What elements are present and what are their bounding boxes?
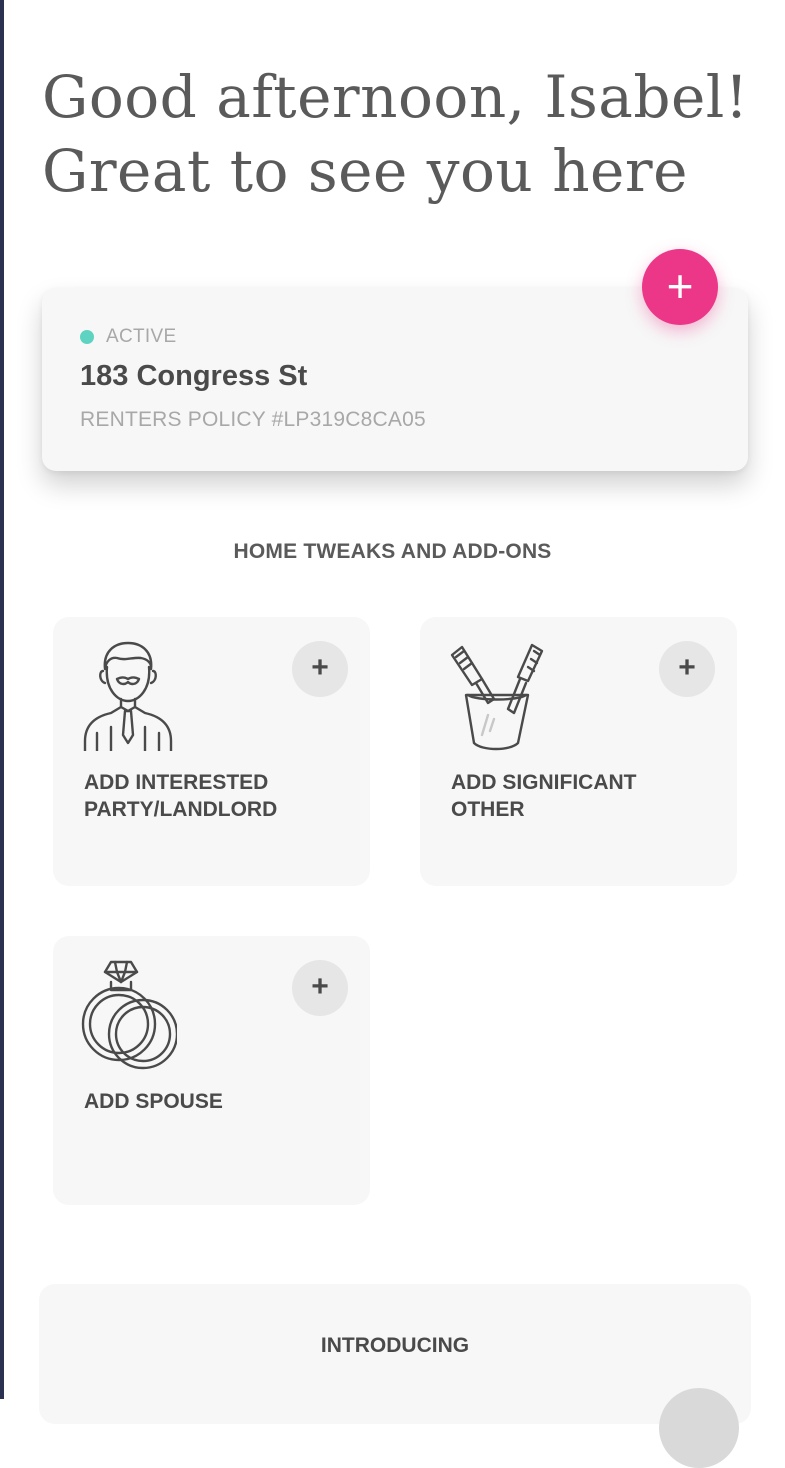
add-interested-party-card[interactable]: + ADD INTERESTED PARTY/LANDLORD — [53, 617, 370, 886]
policy-number: RENTERS POLICY #LP319C8CA05 — [80, 408, 426, 431]
landlord-icon — [83, 641, 173, 751]
section-title: HOME TWEAKS AND ADD-ONS — [233, 540, 552, 563]
greeting-line-2: Great to see you here — [42, 137, 688, 205]
introducing-card[interactable]: INTRODUCING — [39, 1284, 751, 1468]
add-interested-party-button[interactable]: + — [292, 641, 348, 697]
add-significant-other-button[interactable]: + — [659, 641, 715, 697]
add-spouse-button[interactable]: + — [292, 960, 348, 1016]
add-significant-other-label: ADD SIGNIFICANT OTHER — [451, 771, 637, 821]
add-spouse-card[interactable]: + ADD SPOUSE — [53, 936, 370, 1205]
window-edge — [0, 0, 4, 1399]
status-dot-icon — [80, 330, 94, 344]
policy-address: 183 Congress St — [80, 360, 308, 392]
toothbrushes-icon — [450, 643, 544, 751]
policy-card[interactable]: ACTIVE 183 Congress St RENTERS POLICY #L… — [42, 288, 748, 471]
rings-icon — [81, 960, 177, 1070]
greeting-line-1: Good afternoon, Isabel! — [42, 63, 749, 131]
add-significant-other-card[interactable]: + ADD SIGNIFICANT OTHER — [420, 617, 737, 886]
add-policy-button[interactable]: + — [642, 249, 718, 325]
policy-status: ACTIVE — [80, 326, 176, 348]
introducing-avatar — [659, 1388, 739, 1468]
status-label: ACTIVE — [106, 326, 177, 347]
add-spouse-label: ADD SPOUSE — [84, 1090, 223, 1113]
introducing-label: INTRODUCING — [320, 1334, 470, 1357]
add-interested-party-label: ADD INTERESTED PARTY/LANDLORD — [84, 771, 278, 821]
greeting-heading: Good afternoon, Isabel! Great to see you… — [42, 60, 762, 208]
